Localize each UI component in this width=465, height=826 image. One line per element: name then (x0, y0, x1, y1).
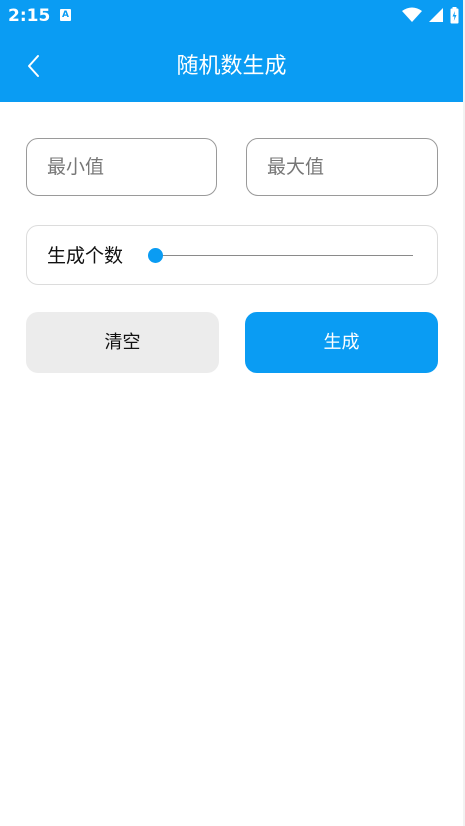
notification-a-icon: A (60, 9, 71, 21)
count-label: 生成个数 (47, 245, 124, 267)
max-value-field-container (246, 138, 438, 196)
battery-charging-icon (450, 7, 459, 24)
min-value-field-container (26, 138, 217, 196)
app-bar: 随机数生成 (0, 32, 463, 102)
count-slider-thumb[interactable] (147, 248, 163, 263)
status-bar: 2:15 A (0, 0, 463, 32)
page-title: 随机数生成 (176, 54, 287, 79)
count-slider-card: 生成个数 (26, 225, 438, 285)
min-value-input[interactable] (27, 139, 216, 195)
clear-button[interactable]: 清空 (26, 312, 219, 373)
wifi-icon (401, 7, 422, 22)
status-icons (401, 7, 459, 25)
count-slider-track[interactable] (155, 255, 413, 256)
cellular-signal-icon (428, 8, 443, 22)
max-value-input[interactable] (247, 139, 437, 195)
status-time: 2:15 (8, 6, 51, 26)
generate-button[interactable]: 生成 (245, 312, 438, 373)
